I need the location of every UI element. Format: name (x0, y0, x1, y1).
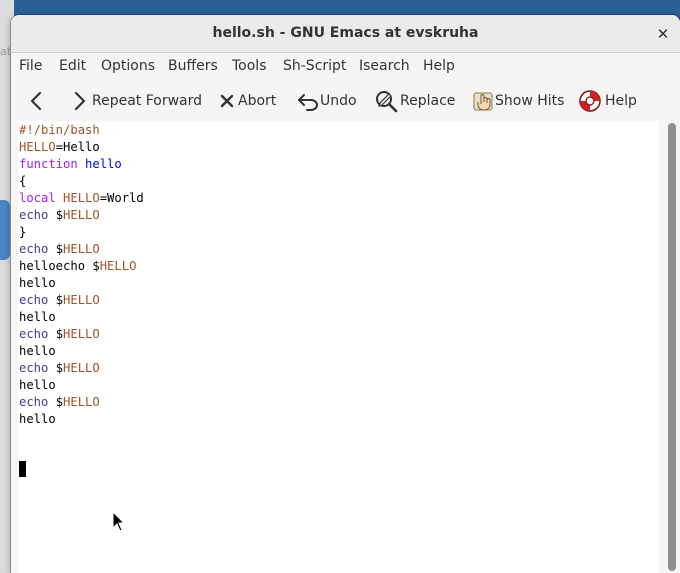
code-token: HELLO (63, 293, 100, 307)
code-token: echo (19, 293, 49, 307)
code-token: =Hello (55, 140, 100, 154)
code-line: echo $HELLO (19, 394, 100, 411)
code-token: $ (48, 242, 64, 256)
chevron-right-icon (74, 91, 86, 111)
abort-button[interactable]: Abort (219, 86, 276, 116)
help-label: Help (605, 93, 637, 109)
code-line: hello (19, 343, 56, 360)
code-token: echo (19, 361, 49, 375)
undo-arrow-icon (298, 94, 318, 111)
help-button[interactable]: Help (578, 86, 637, 116)
code-token: HELLO (63, 361, 100, 375)
hand-pointer-icon (473, 92, 493, 111)
editor-buffer[interactable]: #!/bin/bash HELLO=Hello function hello{loc… (18, 121, 659, 573)
window-title: hello.sh - GNU Emacs at evskruha (212, 25, 479, 41)
code-token: echo (19, 242, 49, 256)
code-line: echo $HELLO (19, 360, 100, 377)
code-token: HELLO (19, 140, 56, 154)
menu-help[interactable]: Help (423, 53, 455, 80)
lifebuoy-icon (579, 90, 601, 112)
menu-buffers[interactable]: Buffers (168, 53, 218, 80)
close-icon[interactable]: ✕ (652, 23, 674, 45)
code-token: $ (48, 327, 64, 341)
code-line: echo $HELLO (19, 241, 100, 258)
show-hits-label: Show Hits (495, 93, 565, 109)
menu-edit[interactable]: Edit (59, 53, 86, 80)
background-tile (0, 200, 10, 260)
undo-button[interactable]: Undo (296, 86, 357, 116)
toolbar: Repeat Forward Abort Undo Replace Show H… (11, 81, 680, 121)
code-token: echo (19, 208, 49, 222)
code-token: HELLO (63, 327, 100, 341)
title-bar[interactable]: hello.sh - GNU Emacs at evskruha ✕ (11, 15, 680, 53)
search-replace-icon (376, 91, 398, 113)
scrollbar-thumb[interactable] (668, 123, 676, 571)
mouse-pointer-icon (112, 511, 126, 532)
code-token: #!/bin/bash (19, 123, 100, 137)
code-token: HELLO (63, 191, 100, 205)
code-line: local HELLO=World (19, 190, 144, 207)
code-token: helloecho $ (19, 259, 100, 273)
replace-label: Replace (400, 93, 456, 109)
abort-label: Abort (238, 93, 277, 109)
code-token: local (19, 191, 56, 205)
code-token: function (19, 157, 78, 171)
back-button[interactable] (27, 86, 45, 116)
code-token: echo (19, 327, 49, 341)
code-token: { (19, 174, 27, 188)
code-token: } (19, 225, 27, 239)
code-line: HELLO=Hello (19, 139, 100, 156)
close-x-icon (220, 94, 234, 108)
code-token: hello (19, 412, 56, 426)
code-token: hello (19, 344, 56, 358)
menu-bar: File Edit Options Buffers Tools Sh-Scrip… (11, 53, 680, 80)
code-token: $ (48, 361, 64, 375)
code-token: =World (99, 191, 144, 205)
code-line: { (19, 173, 26, 190)
code-token: echo (19, 395, 49, 409)
code-line: #!/bin/bash (19, 122, 100, 139)
text-cursor (19, 461, 26, 477)
code-line: echo $HELLO (19, 292, 100, 309)
code-line: echo $HELLO (19, 207, 100, 224)
code-line: hello (19, 275, 56, 292)
code-token: $ (48, 395, 64, 409)
code-token: $ (48, 208, 64, 222)
emacs-window: hello.sh - GNU Emacs at evskruha ✕ File … (11, 15, 680, 573)
repeat-forward-label: Repeat Forward (92, 93, 203, 109)
menu-tools[interactable]: Tools (232, 53, 267, 80)
code-line: hello (19, 411, 56, 428)
undo-label: Undo (320, 93, 357, 109)
vertical-scrollbar[interactable] (659, 121, 680, 573)
code-line: hello (19, 309, 56, 326)
menu-file[interactable]: File (19, 53, 42, 80)
menu-isearch[interactable]: Isearch (359, 53, 410, 80)
code-token: $ (48, 293, 64, 307)
menu-options[interactable]: Options (101, 53, 155, 80)
show-hits-button[interactable]: Show Hits (473, 86, 564, 116)
code-token: HELLO (63, 395, 100, 409)
code-token: hello (19, 378, 56, 392)
code-token: hello (19, 276, 56, 290)
chevron-left-icon (30, 91, 42, 111)
code-token: HELLO (99, 259, 137, 273)
code-line: echo $HELLO (19, 326, 100, 343)
repeat-forward-button[interactable]: Repeat Forward (71, 86, 202, 116)
code-token: hello (19, 310, 56, 324)
code-line: } (19, 224, 26, 241)
code-line: hello (19, 377, 56, 394)
replace-button[interactable]: Replace (374, 86, 455, 116)
code-token: HELLO (63, 208, 100, 222)
code-line: function hello (19, 156, 122, 173)
code-token: HELLO (63, 242, 100, 256)
menu-sh-script[interactable]: Sh-Script (283, 53, 346, 80)
code-token: hello (85, 157, 122, 171)
code-line: helloecho $HELLO (19, 258, 136, 275)
